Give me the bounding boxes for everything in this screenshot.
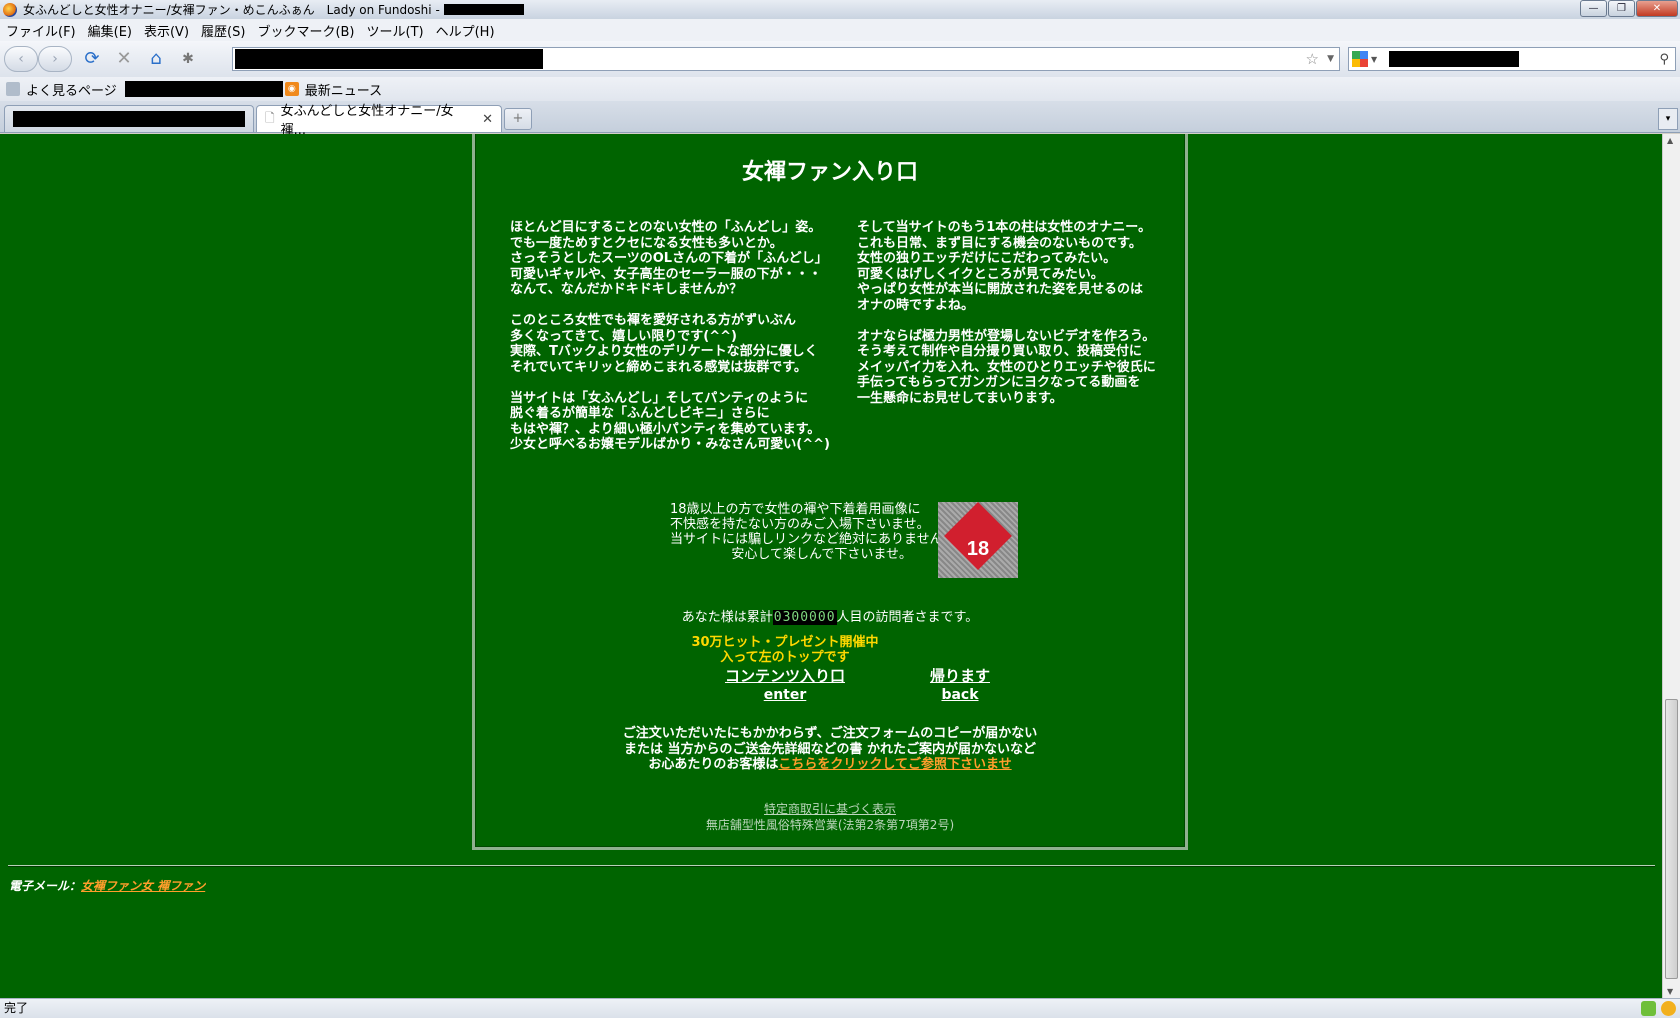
back-button[interactable]: ‹ bbox=[4, 46, 38, 72]
redacted-search bbox=[1389, 51, 1520, 67]
enter-link[interactable]: enter bbox=[715, 687, 855, 703]
status-bar: 完了 bbox=[0, 998, 1680, 1018]
order-notice: ご注文いただいたにもかかわらず、ご注文フォームのコピーが届かない または 当方か… bbox=[475, 726, 1185, 773]
bookmark-most-visited[interactable]: よく見るページ bbox=[26, 80, 117, 99]
legal-text: 無店舗型性風俗特殊営業(法第2条第7項第2号) bbox=[705, 818, 955, 832]
google-icon[interactable] bbox=[1352, 51, 1368, 67]
menu-file[interactable]: ファイル(F) bbox=[6, 21, 76, 40]
bookmarks-toolbar: よく見るページ ◉ 最新ニュース bbox=[0, 77, 1680, 101]
new-tab-button[interactable]: + bbox=[504, 108, 532, 130]
back-arrow-icon: ‹ bbox=[18, 51, 24, 67]
url-bar[interactable]: ☆ ▼ bbox=[232, 47, 1340, 71]
maximize-button[interactable]: ❐ bbox=[1608, 0, 1635, 17]
addon-icon[interactable]: ✱ bbox=[176, 47, 200, 71]
tab-bar: 🗋 女ふんどしと女性オナニー/女褌... ✕ + ▾ bbox=[0, 101, 1680, 138]
status-text: 完了 bbox=[4, 1001, 29, 1015]
tab-title: 女ふんどしと女性オナニー/女褌... bbox=[280, 104, 454, 138]
window-title: 女ふんどしと女性オナニー/女褌ファン・めこんふぁん Lady on Fundos… bbox=[23, 3, 440, 17]
age-18-badge: 18 bbox=[938, 502, 1018, 578]
counter-suffix: 人目の訪問者さまです。 bbox=[836, 610, 979, 625]
redacted-tab-title bbox=[13, 111, 245, 127]
chevron-down-icon[interactable]: ▼ bbox=[1371, 55, 1377, 64]
back-link[interactable]: back bbox=[915, 687, 1005, 703]
minimize-button[interactable]: — bbox=[1580, 0, 1607, 17]
chevron-down-icon[interactable]: ▼ bbox=[1327, 54, 1334, 64]
order-line-3: お心あたりのお客様は bbox=[648, 757, 779, 772]
age-notice: 18歳以上の方で女性の褌や下着着用画像に 不快感を持たない方のみご入場下さいませ… bbox=[670, 502, 956, 562]
intro-right-text: そして当サイトのもう1本の柱は女性のオナニー。 これも日常、まず目にする機会のな… bbox=[857, 220, 1156, 406]
rss-icon: ◉ bbox=[284, 82, 299, 96]
enter-link-jp[interactable]: コンテンツ入り口 bbox=[715, 665, 855, 686]
scroll-down-icon[interactable]: ▼ bbox=[1667, 987, 1673, 996]
scrollbar-thumb[interactable] bbox=[1665, 699, 1678, 979]
legal-notice-link[interactable]: 特定商取引に基づく表示 bbox=[475, 800, 1185, 817]
page-icon: 🗋 bbox=[265, 110, 275, 125]
redacted-bookmark bbox=[124, 81, 283, 97]
menu-bookmarks[interactable]: ブックマーク(B) bbox=[257, 21, 354, 40]
forward-button[interactable]: › bbox=[38, 46, 72, 72]
firefox-icon bbox=[3, 2, 17, 17]
navigation-toolbar: ‹ › ⟳ ✕ ⌂ ✱ ☆ ▼ ▼ ⚲ bbox=[0, 41, 1680, 77]
scroll-up-icon[interactable]: ▲ bbox=[1667, 136, 1673, 145]
entrance-panel: 女褌ファン入り口 ほとんど目にすることのない女性の「ふんどし」姿。 でも一度ため… bbox=[472, 134, 1188, 850]
home-icon[interactable]: ⌂ bbox=[144, 47, 168, 71]
addon-status-icon[interactable] bbox=[1641, 1001, 1656, 1016]
forward-arrow-icon: › bbox=[52, 51, 58, 67]
email-link[interactable]: 女褌ファン女 褌ファン bbox=[81, 879, 205, 893]
tab-list-button[interactable]: ▾ bbox=[1658, 108, 1678, 130]
menu-bar: ファイル(F) 編集(E) 表示(V) 履歴(S) ブックマーク(B) ツール(… bbox=[0, 19, 1680, 41]
back-link-jp[interactable]: 帰ります bbox=[915, 665, 1005, 686]
stop-icon[interactable]: ✕ bbox=[112, 47, 136, 71]
divider bbox=[8, 865, 1655, 867]
window-titlebar: 女ふんどしと女性オナニー/女褌ファン・めこんふぁん Lady on Fundos… bbox=[0, 0, 1680, 19]
smiley-icon[interactable] bbox=[1661, 1001, 1676, 1016]
bookmark-star-icon[interactable]: ☆ bbox=[1306, 50, 1319, 68]
order-line-2: または 当方からのご送金先詳細などの書 かれたご案内が届かないなど bbox=[623, 741, 1037, 757]
tab-active[interactable]: 🗋 女ふんどしと女性オナニー/女褌... ✕ bbox=[256, 104, 502, 138]
menu-history[interactable]: 履歴(S) bbox=[201, 21, 245, 40]
menu-view[interactable]: 表示(V) bbox=[144, 21, 189, 40]
page-content: 女褌ファン入り口 ほとんど目にすることのない女性の「ふんどし」姿。 でも一度ため… bbox=[0, 134, 1662, 998]
reload-icon[interactable]: ⟳ bbox=[80, 47, 104, 71]
order-line-1: ご注文いただいたにもかかわらず、ご注文フォームのコピーが届かない bbox=[622, 726, 1038, 741]
close-window-button[interactable]: ✕ bbox=[1636, 0, 1678, 17]
visitor-counter: 0300000 bbox=[772, 610, 837, 625]
tab-redacted[interactable] bbox=[4, 105, 254, 132]
menu-tools[interactable]: ツール(T) bbox=[367, 21, 424, 40]
email-line: 電子メール：女褌ファン女 褌ファン bbox=[9, 877, 205, 894]
search-icon[interactable]: ⚲ bbox=[1659, 52, 1669, 67]
bookmark-latest-news[interactable]: 最新ニュース bbox=[305, 80, 382, 99]
age-badge-number: 18 bbox=[966, 538, 990, 560]
order-help-link[interactable]: こちらをクリックしてご参照下さいませ bbox=[778, 757, 1011, 772]
counter-prefix: あなた様は累計 bbox=[681, 610, 773, 625]
promo-text: 30万ヒット・プレゼント開催中 入って左のトップです bbox=[691, 635, 879, 665]
redacted-url bbox=[235, 49, 543, 69]
menu-edit[interactable]: 編集(E) bbox=[88, 21, 132, 40]
menu-help[interactable]: ヘルプ(H) bbox=[436, 21, 495, 40]
redacted-block bbox=[443, 4, 524, 15]
close-tab-icon[interactable]: ✕ bbox=[482, 112, 493, 127]
search-bar[interactable]: ▼ ⚲ bbox=[1348, 47, 1676, 71]
email-label: 電子メール： bbox=[9, 879, 82, 893]
intro-left-text: ほとんど目にすることのない女性の「ふんどし」姿。 でも一度ためすとクセになる女性… bbox=[510, 220, 830, 452]
visitor-counter-line: あなた様は累計0300000人目の訪問者さまです。 bbox=[475, 606, 1185, 625]
bookmark-folder-icon bbox=[6, 82, 20, 96]
page-title: 女褌ファン入り口 bbox=[741, 160, 918, 185]
vertical-scrollbar[interactable]: ▲ ▼ bbox=[1662, 134, 1680, 998]
